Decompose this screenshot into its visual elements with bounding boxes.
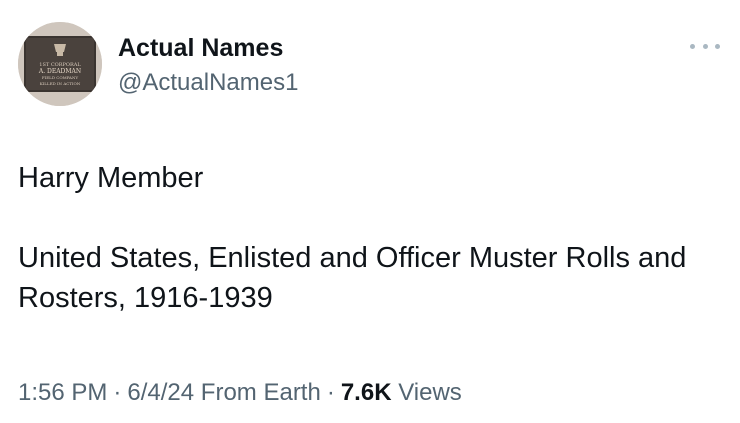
author-name[interactable]: Actual Names xyxy=(118,33,283,63)
meta-separator: · xyxy=(113,379,122,406)
avatar-text-line-4: KILLED IN ACTION xyxy=(40,81,81,86)
more-options-button[interactable] xyxy=(690,36,720,56)
tweet-meta: 1:56 PM · 6/4/24 From Earth · 7.6K Views xyxy=(18,378,462,408)
tweet-text: Harry Member United States, Enlisted and… xyxy=(18,158,728,318)
tweet-card: 1ST CORPORAL A. DEADMAN FIELD COMPANY KI… xyxy=(0,0,740,423)
tweet-time[interactable]: 1:56 PM xyxy=(18,379,107,406)
views-label[interactable]: Views xyxy=(398,379,462,406)
more-horizontal-icon xyxy=(702,43,708,49)
more-horizontal-icon xyxy=(690,43,695,49)
more-horizontal-icon xyxy=(715,43,720,49)
author-handle[interactable]: @ActualNames1 xyxy=(118,68,298,98)
avatar[interactable]: 1ST CORPORAL A. DEADMAN FIELD COMPANY KI… xyxy=(18,22,102,106)
tweet-text-line-source: United States, Enlisted and Officer Must… xyxy=(18,242,687,314)
avatar-text-line-2: A. DEADMAN xyxy=(38,68,81,75)
tweet-source: From Earth xyxy=(200,379,321,406)
views-count[interactable]: 7.6K xyxy=(341,379,392,406)
meta-separator: · xyxy=(326,379,335,406)
avatar-plaque-image: 1ST CORPORAL A. DEADMAN FIELD COMPANY KI… xyxy=(18,22,102,106)
avatar-text-line-3: FIELD COMPANY xyxy=(42,75,79,80)
tweet-text-line-name: Harry Member xyxy=(18,162,204,194)
tweet-date[interactable]: 6/4/24 xyxy=(127,379,194,406)
